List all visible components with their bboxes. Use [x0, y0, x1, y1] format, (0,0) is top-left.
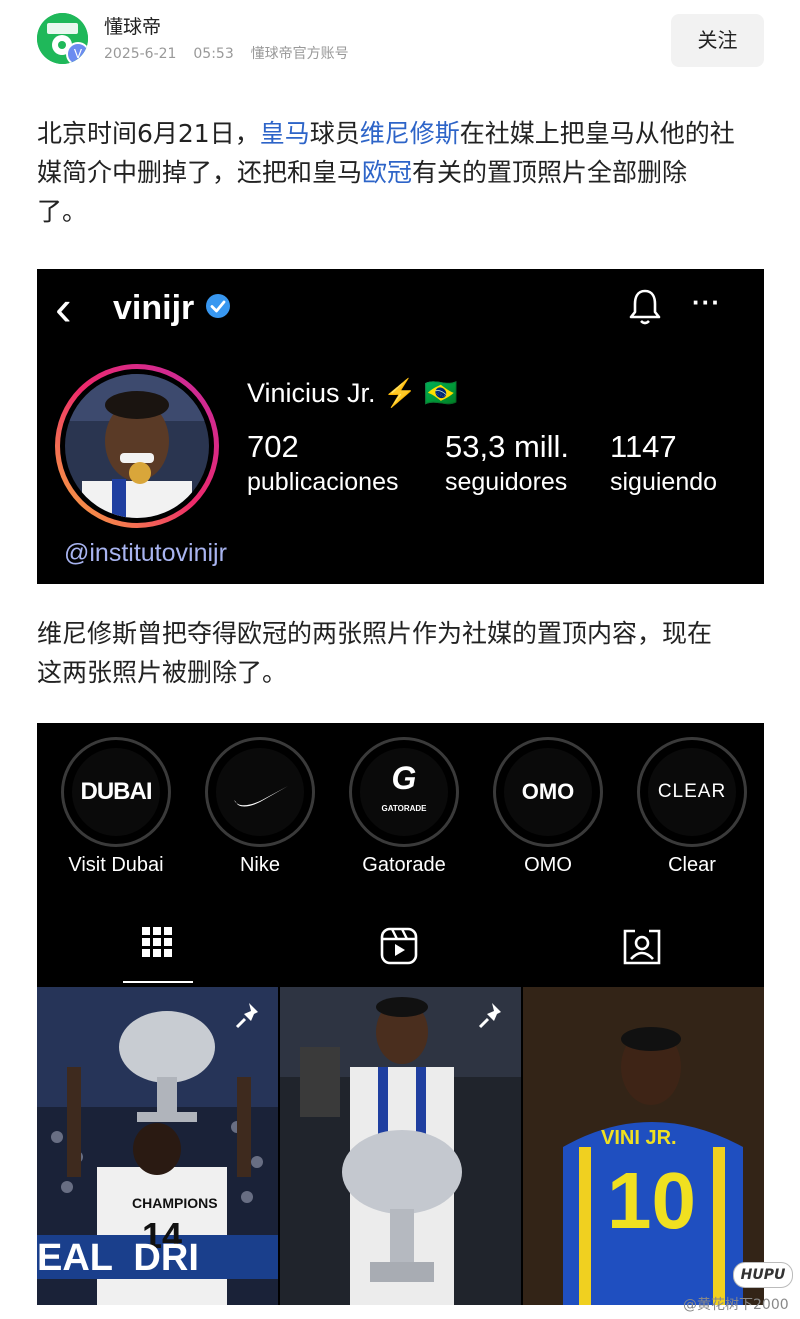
text: 维尼修斯曾把夺得欧冠的两张照片作为社媒的置顶内容，现在: [37, 619, 713, 648]
back-arrow-icon: ‹: [55, 280, 72, 336]
post-meta: 2025-6-21 05:53 懂球帝官方账号: [104, 43, 349, 63]
active-tab-indicator: [123, 981, 193, 983]
highlight-clear: CLEAR: [637, 737, 747, 847]
grid-photo-3: VINI JR. 10: [523, 987, 764, 1305]
jersey-name: VINI JR.: [601, 1127, 677, 1149]
bell-icon: [629, 289, 661, 325]
grid-photo-1: CHAMPIONS 14 EAL DRI: [37, 987, 278, 1305]
bio-link: @institutovinijr: [64, 539, 227, 567]
followers-count: 53,3 mill.: [445, 429, 570, 464]
followers-label: seguidores: [445, 468, 568, 496]
gatorade-logo-icon: G GATORADE: [360, 748, 448, 836]
pin-icon: [478, 1003, 501, 1029]
post-time: 05:53: [193, 46, 234, 62]
jersey-text: CHAMPIONS: [132, 1195, 218, 1211]
highlight-visit-dubai: DUBAI: [61, 737, 171, 847]
following-count: 1147: [610, 429, 677, 464]
tagged-tab-icon: [623, 929, 661, 965]
watermark-handle: @黄花树下2000: [683, 1297, 789, 1313]
highlight-label: Clear: [668, 854, 716, 876]
highlights-grid-screenshot[interactable]: DUBAI Visit Dubai Nike G GATORADE Gatora…: [37, 723, 764, 1305]
omo-logo-icon: OMO: [504, 748, 592, 836]
highlight-nike: [205, 737, 315, 847]
highlight-label: Visit Dubai: [68, 854, 164, 876]
grid-photo-2: [280, 987, 521, 1305]
text: 了。: [37, 197, 88, 226]
account-name[interactable]: 懂球帝: [104, 12, 161, 39]
text: 北京时间6月21日，: [37, 119, 260, 148]
account-avatar[interactable]: V: [37, 13, 88, 64]
display-name-emoji: ⚡ 🇧🇷: [383, 378, 458, 408]
post-header: V 懂球帝 2025-6-21 05:53 懂球帝官方账号 关注: [0, 0, 800, 90]
link-champions-league[interactable]: 欧冠: [362, 158, 412, 187]
profile-display-name: Vinicius Jr. ⚡ 🇧🇷: [247, 377, 458, 409]
reels-tab-icon: [380, 927, 418, 965]
gatorade-g: G: [391, 760, 417, 796]
verified-badge-icon: V: [66, 42, 88, 64]
gatorade-sublabel: GATORADE: [381, 804, 427, 813]
display-name-text: Vinicius Jr.: [247, 378, 376, 408]
dubai-logo-icon: DUBAI: [72, 748, 160, 836]
highlight-label: Gatorade: [362, 854, 446, 876]
text: 在社媒上把皇马从他的社: [459, 119, 735, 148]
article-paragraph-1: 北京时间6月21日，皇马球员维尼修斯在社媒上把皇马从他的社 媒简介中删掉了，还把…: [37, 114, 765, 231]
highlight-omo: OMO: [493, 737, 603, 847]
posts-count: 702: [247, 429, 299, 464]
more-options-icon: ···: [692, 287, 721, 317]
profile-avatar: [55, 364, 219, 528]
following-label: siguiendo: [610, 468, 718, 496]
hupu-watermark-logo: HUPU: [733, 1262, 793, 1288]
nike-swoosh-icon: [216, 748, 304, 836]
text: 这两张照片被删除了。: [37, 658, 288, 687]
profile-username: vinijr: [113, 289, 195, 327]
highlight-gatorade: G GATORADE: [349, 737, 459, 847]
text: 有关的置顶照片全部删除: [412, 158, 688, 187]
article-paragraph-2: 维尼修斯曾把夺得欧冠的两张照片作为社媒的置顶内容，现在 这两张照片被删除了。: [37, 614, 765, 692]
pin-icon: [235, 1003, 258, 1029]
text: 球员: [309, 119, 360, 148]
highlight-label: OMO: [524, 854, 572, 876]
verified-check-icon: [206, 294, 230, 318]
text: 媒简介中删掉了，还把和皇马: [37, 158, 363, 187]
link-real-madrid[interactable]: 皇马: [260, 119, 310, 148]
posts-label: publicaciones: [247, 468, 399, 496]
profile-screenshot[interactable]: ‹ vinijr ··· Vinicius Jr. ⚡ 🇧🇷 702 publi…: [37, 269, 764, 584]
highlight-label: Nike: [239, 854, 280, 876]
jersey-number: 10: [607, 1156, 696, 1245]
follow-button[interactable]: 关注: [671, 14, 764, 67]
post-source: 懂球帝官方账号: [250, 46, 349, 62]
link-vinicius[interactable]: 维尼修斯: [360, 119, 460, 148]
clear-logo-icon: CLEAR: [648, 748, 736, 836]
stadium-banner-text: EAL DRI: [37, 1237, 199, 1279]
post-date: 2025-6-21: [104, 46, 177, 62]
grid-tab-icon: [142, 927, 172, 957]
